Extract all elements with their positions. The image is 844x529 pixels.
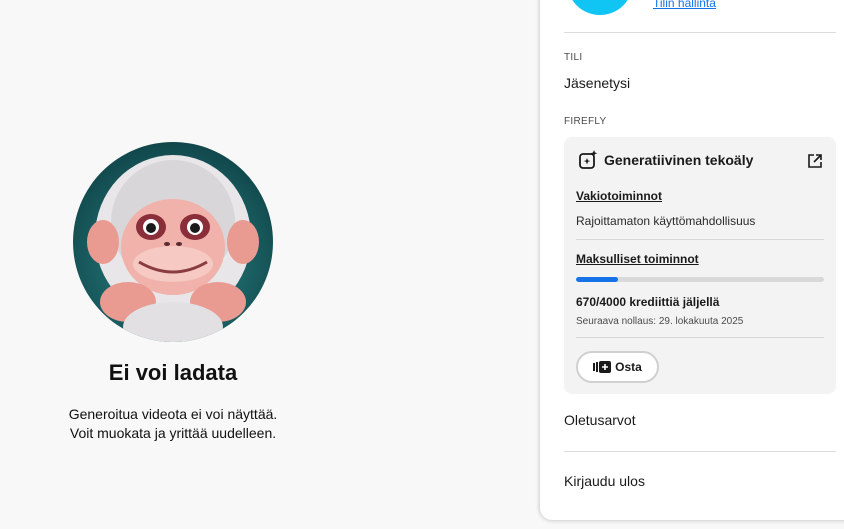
premium-features-link[interactable]: Maksulliset toiminnot [576,252,699,266]
error-message-line: Voit muokata ja yrittää uudelleen. [69,425,277,441]
defaults-menu-item[interactable]: Oletusarvot [564,412,636,428]
generative-ai-card: Generatiivinen tekoäly Vakiotoiminnot Ra… [564,137,836,394]
membership-menu-item[interactable]: Jäsenetysi [564,75,630,91]
monkey-avatar-image [73,142,273,342]
credits-remaining: 670/4000 krediittiä jäljellä [576,295,720,309]
manage-account-link[interactable]: Tilin hallinta [653,0,716,10]
account-panel: Tilin hallinta TILI Jäsenetysi FIREFLY G… [540,0,844,520]
error-area: Ei voi ladata Generoitua videota ei voi … [0,0,540,529]
credits-progress-fill [576,277,618,282]
firefly-section-label: FIREFLY [564,116,607,127]
error-message-line: Generoitua videota ei voi näyttää. [68,406,278,422]
credits-reset-date: Seuraava nollaus: 29. lokakuuta 2025 [576,316,744,327]
card-divider [576,337,824,338]
card-title: Generatiivinen tekoäly [604,152,754,168]
divider [564,451,836,452]
profile-avatar[interactable] [567,0,633,15]
error-message: Generoitua videota ei voi näyttää. Voit … [40,405,306,443]
sparkle-icon [579,150,598,169]
credits-progress-bar [576,277,824,282]
error-title: Ei voi ladata [108,360,238,385]
standard-features-link[interactable]: Vakiotoiminnot [576,189,662,203]
divider [564,32,836,33]
account-section-label: TILI [564,52,583,63]
standard-features-text: Rajoittamaton käyttömahdollisuus [576,214,756,228]
buy-button-label: Osta [615,360,642,374]
credit-cards-icon [593,361,612,373]
sign-out-menu-item[interactable]: Kirjaudu ulos [564,473,645,489]
buy-button[interactable]: Osta [576,351,659,383]
card-divider [576,239,824,240]
open-external-icon[interactable] [806,152,824,170]
